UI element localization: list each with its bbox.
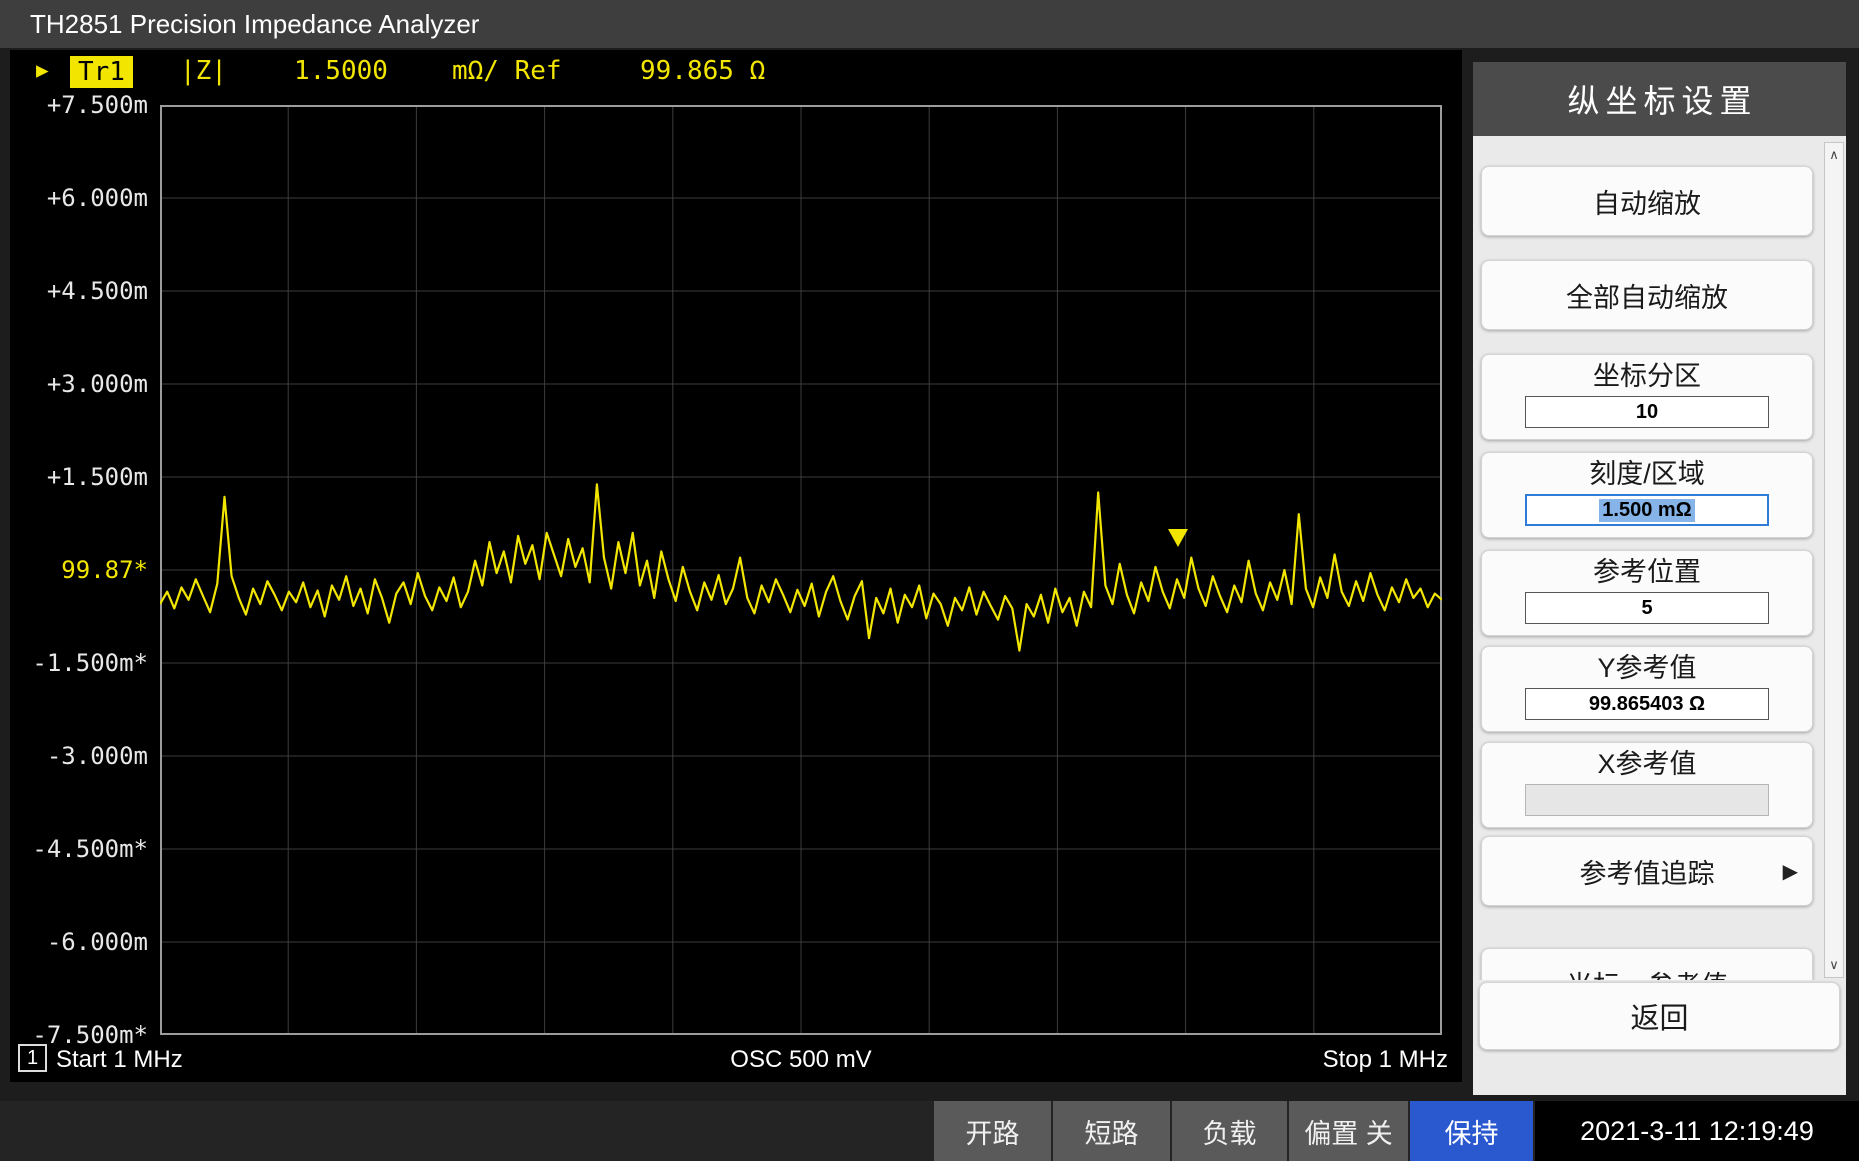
osc-level-label: OSC 500 mV: [730, 1044, 871, 1076]
panel-title-text: 纵坐标设置: [1567, 76, 1757, 122]
short-circuit-button[interactable]: 短路: [1053, 1101, 1170, 1161]
load-label: 负载: [1203, 1112, 1257, 1151]
scroll-down-button[interactable]: ∨: [1825, 953, 1843, 977]
divisions-input[interactable]: 10: [1525, 396, 1769, 428]
stop-frequency-label: Stop 1 MHz: [1323, 1044, 1448, 1076]
y-axis-label: +1.500m: [10, 463, 152, 491]
window-title: TH2851 Precision Impedance Analyzer: [30, 9, 479, 40]
autoscale-label: 自动缩放: [1593, 182, 1701, 221]
open-circuit-label: 开路: [966, 1112, 1020, 1151]
y-axis-label: +3.000m: [10, 370, 152, 398]
scale-per-div-label: 刻度/区域: [1589, 459, 1705, 489]
y-axis-label: +4.500m: [10, 277, 152, 305]
trace-name-badge[interactable]: Tr1: [70, 56, 133, 88]
plot-area: ▶ Tr1 |Z| 1.5000 mΩ/ Ref 99.865 Ω +7.500…: [10, 50, 1462, 1082]
cursor-to-ref-button[interactable]: 光标→参考值: [1481, 948, 1813, 980]
y-axis-label: +6.000m: [10, 184, 152, 212]
x-ref-label: X参考值: [1597, 749, 1696, 779]
y-ref-value: 99.865403 Ω: [1589, 693, 1705, 716]
divisions-group: 坐标分区 10: [1481, 354, 1813, 440]
autoscale-all-label: 全部自动缩放: [1566, 276, 1728, 315]
y-axis-label: -4.500m*: [10, 835, 152, 863]
scale-per-div-group: 刻度/区域 1.500 mΩ: [1481, 452, 1813, 538]
y-ref-input[interactable]: 99.865403 Ω: [1525, 688, 1769, 720]
bottom-status-bar: 开路 短路 负载 偏置 关 保持 2021-3-11 12:19:49: [0, 1101, 1859, 1161]
hold-button[interactable]: 保持: [1410, 1101, 1533, 1161]
trace-header: ▶ Tr1 |Z| 1.5000 mΩ/ Ref 99.865 Ω: [10, 56, 1462, 90]
cursor-to-ref-label: 光标→参考值: [1566, 964, 1728, 981]
scroll-up-button[interactable]: ∧: [1825, 143, 1843, 167]
trace-ref-value: 99.865 Ω: [640, 56, 765, 86]
panel-scroll-area: 自动缩放 全部自动缩放 坐标分区 10 刻度/区域 1.500 mΩ 参考位置: [1473, 136, 1821, 980]
panel-scrollbar[interactable]: ∧ ∨: [1824, 142, 1844, 978]
bias-toggle-button[interactable]: 偏置 关: [1289, 1101, 1408, 1161]
chevron-right-icon: ▶: [1783, 859, 1798, 884]
autoscale-button[interactable]: 自动缩放: [1481, 166, 1813, 236]
y-axis-label: -1.500m*: [10, 649, 152, 677]
x-ref-group: X参考值: [1481, 742, 1813, 828]
panel-title: 纵坐标设置: [1473, 62, 1846, 136]
y-axis-label: -6.000m: [10, 928, 152, 956]
clock-display: 2021-3-11 12:19:49: [1535, 1101, 1859, 1161]
trace-scale-value: 1.5000: [294, 56, 388, 86]
ref-position-input[interactable]: 5: [1525, 592, 1769, 624]
back-button[interactable]: 返回: [1479, 982, 1840, 1050]
bias-label: 偏置 关: [1304, 1112, 1393, 1151]
load-button[interactable]: 负载: [1172, 1101, 1287, 1161]
ref-track-button[interactable]: 参考值追踪 ▶: [1481, 836, 1813, 906]
ref-position-label: 参考位置: [1593, 557, 1701, 587]
trace-parameter-label: |Z|: [180, 56, 227, 86]
ref-position-group: 参考位置 5: [1481, 550, 1813, 636]
divisions-value: 10: [1636, 401, 1658, 424]
graph-grid: [160, 105, 1442, 1035]
trace-marker-icon: [1168, 529, 1188, 547]
title-bar: TH2851 Precision Impedance Analyzer: [0, 0, 1859, 48]
autoscale-all-button[interactable]: 全部自动缩放: [1481, 260, 1813, 330]
y-ref-group: Y参考值 99.865403 Ω: [1481, 646, 1813, 732]
scale-per-div-value: 1.500 mΩ: [1599, 499, 1694, 522]
y-axis-label: -3.000m: [10, 742, 152, 770]
x-ref-input[interactable]: [1525, 784, 1769, 816]
open-circuit-button[interactable]: 开路: [934, 1101, 1051, 1161]
channel-indicator: 1: [18, 1044, 47, 1072]
y-axis-reference-label: 99.87*: [10, 556, 152, 584]
x-axis-info: 1 Start 1 MHz OSC 500 mV Stop 1 MHz: [10, 1044, 1462, 1078]
scale-per-div-input[interactable]: 1.500 mΩ: [1525, 494, 1769, 526]
trace-scale-unit-label: mΩ/ Ref: [452, 56, 562, 86]
hold-label: 保持: [1445, 1112, 1499, 1151]
back-label: 返回: [1630, 995, 1688, 1037]
active-trace-marker-icon: ▶: [36, 58, 49, 82]
timestamp: 2021-3-11 12:19:49: [1580, 1116, 1814, 1147]
ref-track-label: 参考值追踪: [1580, 852, 1715, 891]
short-circuit-label: 短路: [1085, 1112, 1139, 1151]
app-window: TH2851 Precision Impedance Analyzer ▶ Tr…: [0, 0, 1859, 1161]
side-panel: 自动缩放 全部自动缩放 坐标分区 10 刻度/区域 1.500 mΩ 参考位置: [1473, 136, 1846, 1095]
divisions-label: 坐标分区: [1593, 361, 1701, 391]
start-frequency-label: Start 1 MHz: [56, 1044, 183, 1076]
y-ref-label: Y参考值: [1597, 653, 1696, 683]
ref-position-value: 5: [1641, 597, 1652, 620]
y-axis-label: +7.500m: [10, 91, 152, 119]
